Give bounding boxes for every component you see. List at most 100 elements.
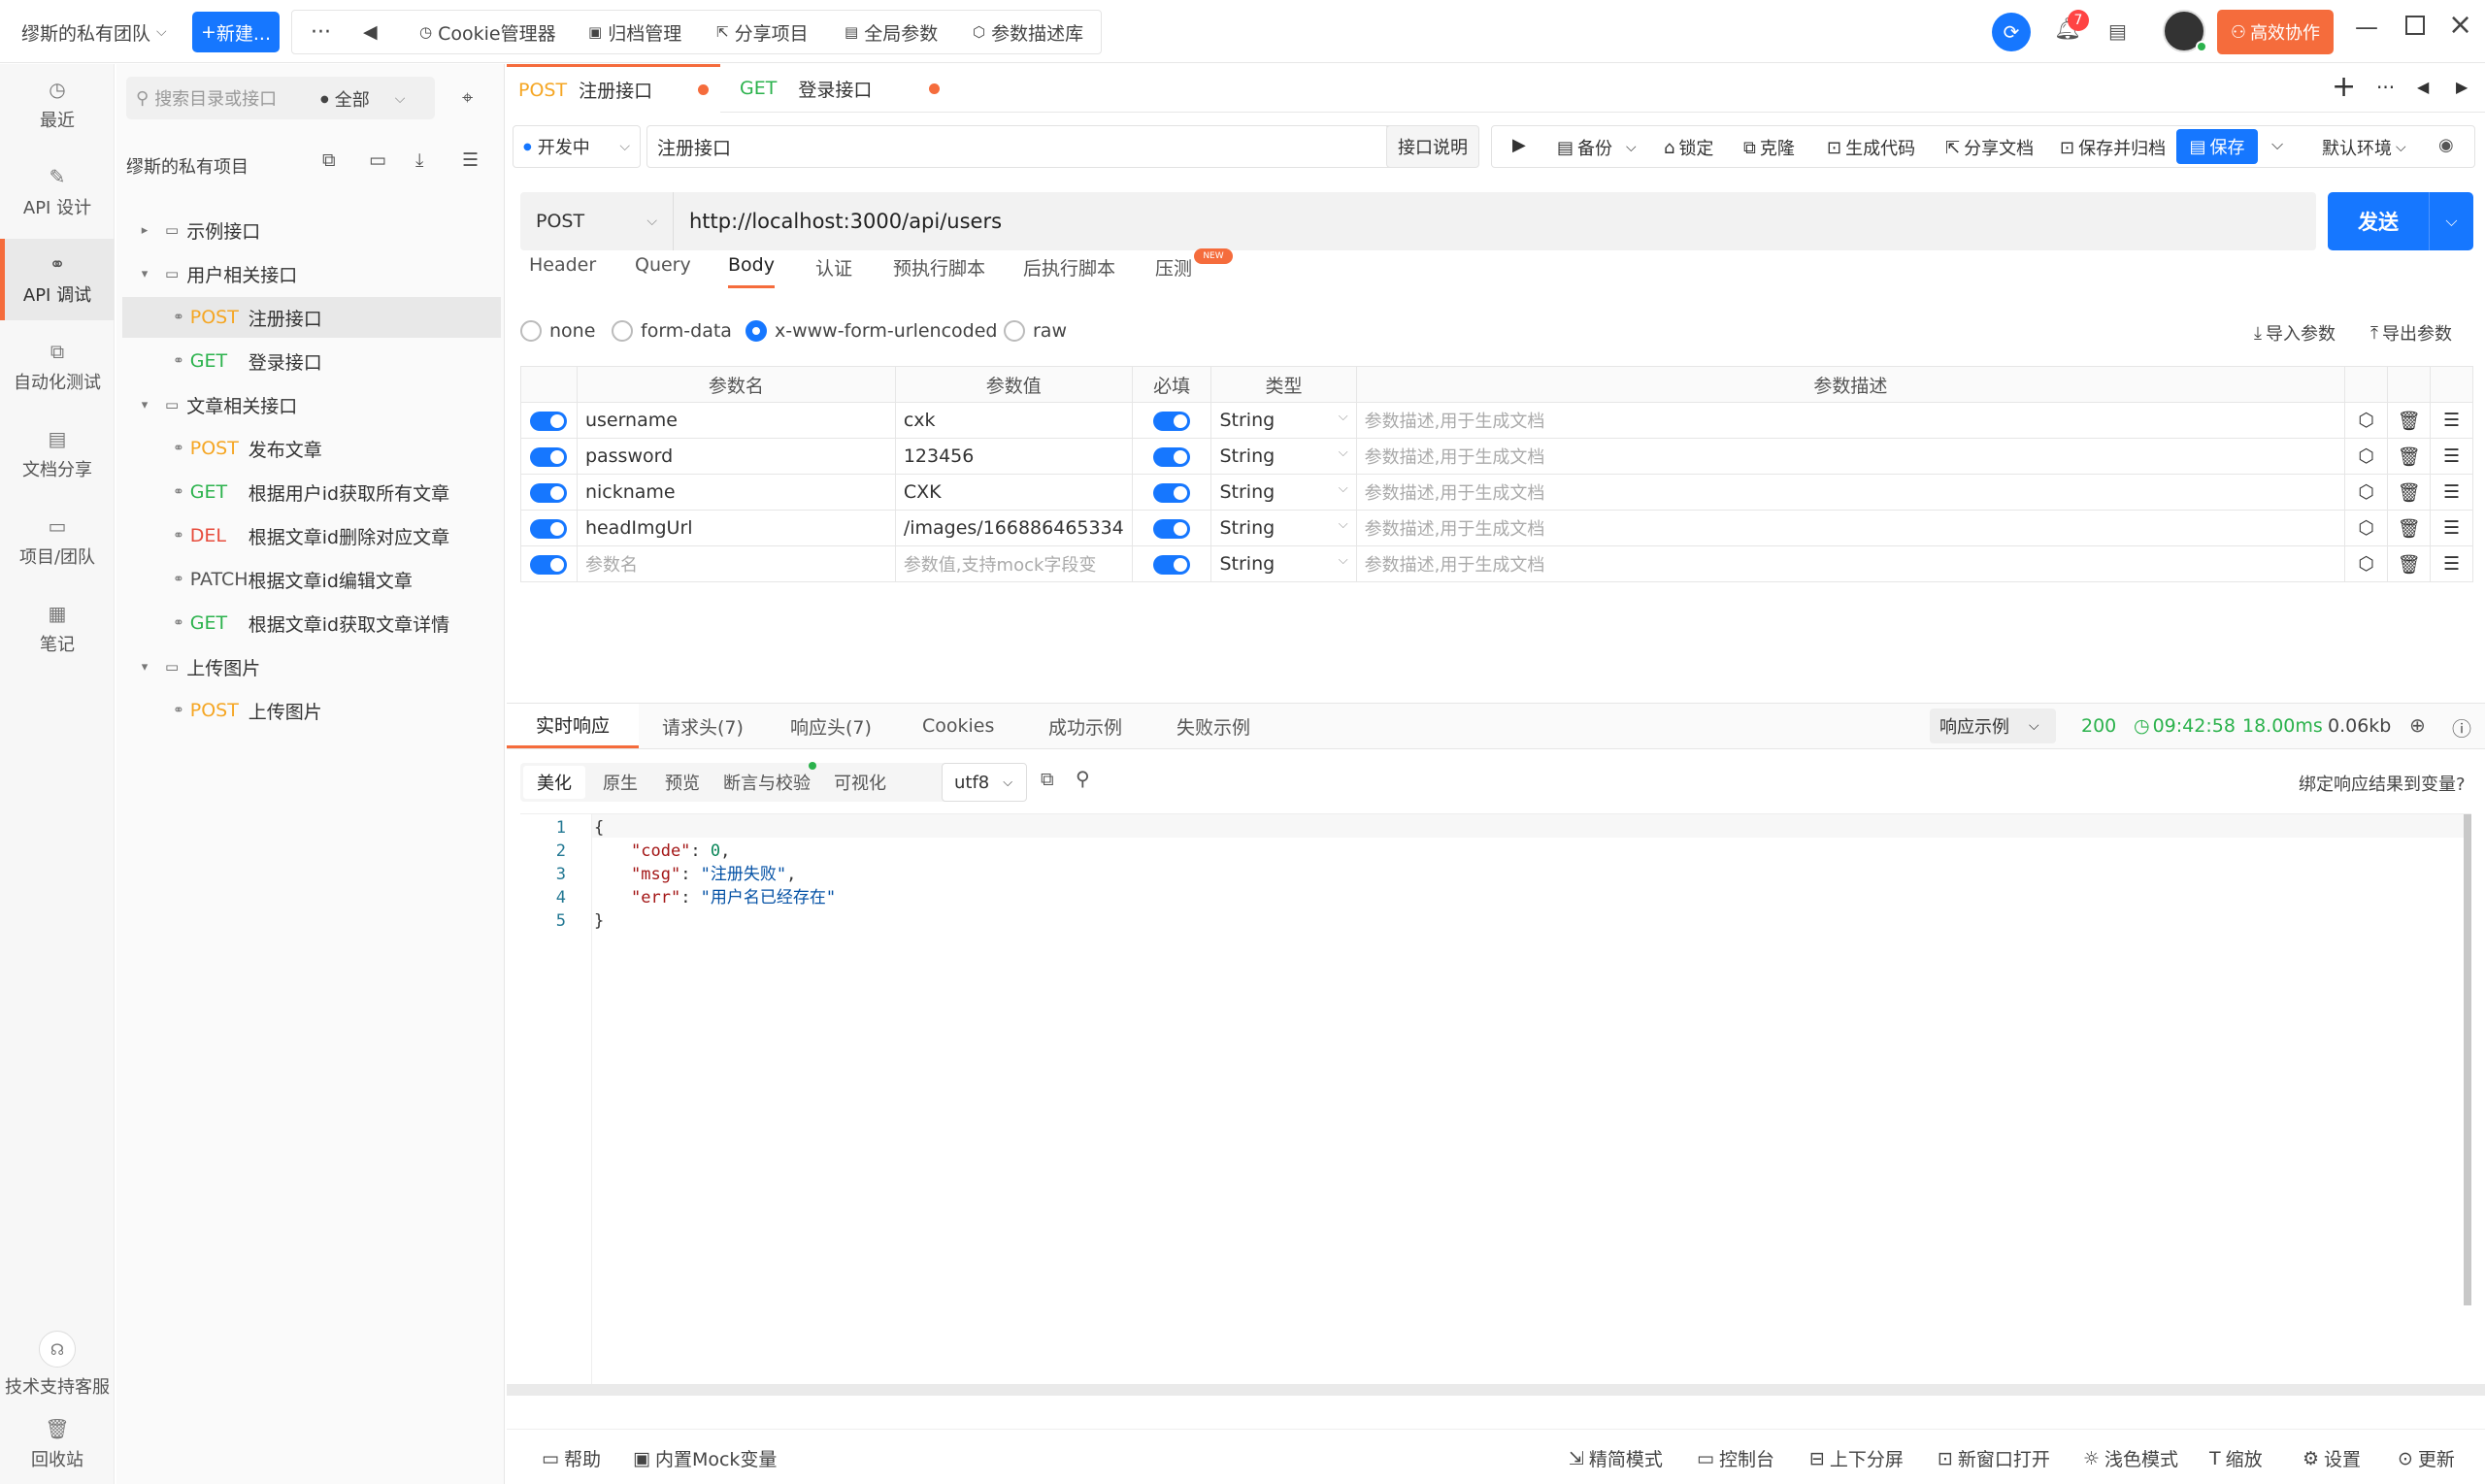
enable-toggle[interactable] (520, 438, 578, 475)
toggle-switch[interactable] (1153, 554, 1191, 575)
info-icon[interactable]: ⓘ (2452, 713, 2471, 742)
delete-icon[interactable]: 🗑︎ (2387, 438, 2432, 475)
add-tab-icon[interactable]: + (2332, 70, 2356, 104)
run-icon[interactable]: ▶ (1512, 135, 1526, 155)
cube-icon[interactable]: ⬡ (2344, 545, 2389, 582)
enable-toggle[interactable] (520, 402, 578, 439)
required-toggle[interactable] (1131, 474, 1212, 511)
tab-request-headers[interactable]: 请求头(7) (662, 704, 744, 748)
settings-button[interactable]: ⚙ 设置 (2303, 1445, 2361, 1471)
enable-toggle[interactable] (520, 474, 578, 511)
cube-icon[interactable]: ⬡ (2344, 474, 2389, 511)
tree-item[interactable]: ⚭ PATCH 根据文章id编辑文章 (122, 559, 501, 600)
tree-folder[interactable]: ▸ ▭ 示例接口 (122, 210, 501, 250)
team-switcher[interactable]: 缪斯的私有团队 ⌵ (21, 17, 167, 47)
minimize-icon[interactable]: — (2355, 14, 2378, 41)
send-button[interactable]: 发送 ⌵ (2328, 192, 2473, 250)
cookie-manager[interactable]: ◷ Cookie管理器 (419, 17, 556, 47)
tree-item[interactable]: ⚭ POST 上传图片 (122, 690, 501, 731)
required-toggle[interactable] (1131, 438, 1212, 475)
drag-handle-icon[interactable]: ☰ (2430, 402, 2473, 439)
import-icon[interactable]: ⤓ (415, 149, 423, 171)
tab-pre-script[interactable]: 预执行脚本 (893, 254, 985, 280)
toggle-switch[interactable] (1153, 482, 1191, 503)
tab-body[interactable]: Body (728, 254, 775, 288)
filter-select[interactable]: ● 全部 ⌵ (320, 86, 405, 112)
rail-item-api-debug[interactable]: ⚭ API 调试 (0, 239, 115, 320)
tab-next-icon[interactable]: ▶ (2456, 78, 2468, 96)
delete-icon[interactable]: 🗑︎ (2387, 510, 2432, 546)
drag-handle-icon[interactable]: ☰ (2430, 438, 2473, 475)
view-raw[interactable]: 原生 (585, 770, 655, 795)
tab-fail-example[interactable]: 失败示例 (1176, 704, 1250, 748)
gen-code-button[interactable]: ⊡ 生成代码 (1827, 135, 1915, 160)
globe-icon[interactable]: ⊕ (2409, 713, 2426, 737)
enable-toggle[interactable] (520, 545, 578, 582)
response-example-select[interactable]: 响应示例 ⌵ (1930, 709, 2056, 743)
param-type-cell[interactable]: String ⌵ (1210, 474, 1357, 511)
rail-item-project-team[interactable]: ▭ 项目/团队 (0, 501, 115, 582)
param-value-cell[interactable]: 参数值,支持mock字段变 (894, 545, 1133, 582)
param-name-cell[interactable]: username (576, 402, 896, 439)
sort-icon[interactable]: ☰ (462, 149, 479, 171)
save-button[interactable]: ▤ 保存 (2176, 129, 2258, 164)
note-icon[interactable]: ▤ (2108, 19, 2127, 43)
more-icon[interactable]: ··· (2376, 76, 2395, 99)
tab-auth[interactable]: 认证 (815, 254, 852, 280)
request-tab[interactable]: GET 登录接口 (728, 64, 951, 113)
save-archive-button[interactable]: ⊡ 保存并归档 (2060, 135, 2166, 160)
drag-handle-icon[interactable]: ☰ (2430, 510, 2473, 546)
tab-query[interactable]: Query (635, 254, 691, 276)
rail-item-recent[interactable]: ◷ 最近 (0, 64, 115, 146)
param-desc-cell[interactable]: 参数描述,用于生成文档 (1355, 474, 2346, 511)
response-editor[interactable]: 1 2 3 4 5 { "code": 0, "msg": "注册失败", "e… (520, 813, 2471, 1385)
param-name-cell[interactable]: password (576, 438, 896, 475)
required-toggle[interactable] (1131, 510, 1212, 546)
tree-item[interactable]: ⚭ GET 根据文章id获取文章详情 (122, 603, 501, 643)
tree-item[interactable]: ⚭ DEL 根据文章id删除对应文章 (122, 515, 501, 556)
collab-button[interactable]: ⚇ 高效协作 (2217, 10, 2334, 54)
toggle-switch[interactable] (530, 446, 568, 467)
simple-mode-button[interactable]: ⇲ 精简模式 (1569, 1445, 1663, 1471)
toggle-switch[interactable] (530, 411, 568, 431)
tree-item[interactable]: ⚭ POST 注册接口 (122, 297, 501, 338)
tree-search-input[interactable]: ⚲ 搜索目录或接口 ● 全部 ⌵ (126, 77, 435, 119)
split-screen-button[interactable]: ⊟ 上下分屏 (1809, 1445, 1904, 1471)
update-button[interactable]: ⊙ 更新 (2398, 1445, 2455, 1471)
tab-response-headers[interactable]: 响应头(7) (790, 704, 872, 748)
param-value-cell[interactable]: CXK (894, 474, 1133, 511)
rail-item-doc-share[interactable]: ▤ 文档分享 (0, 413, 115, 495)
import-params-button[interactable]: ⤓ 导入参数 (2254, 320, 2336, 346)
search-icon[interactable]: ⚲ (1076, 767, 1090, 790)
more-button[interactable]: ··· (311, 17, 331, 47)
backup-button[interactable]: ▤ 备份 ⌵ (1557, 135, 1637, 160)
tree-item[interactable]: ⚭ GET 登录接口 (122, 341, 501, 381)
copy-icon[interactable]: ⧉ (1041, 769, 1054, 790)
encoding-select[interactable]: utf8 ⌵ (942, 763, 1027, 802)
toggle-switch[interactable] (530, 554, 568, 575)
method-select[interactable]: POST ⌵ (520, 192, 674, 250)
body-mode-raw[interactable]: raw (1004, 320, 1067, 342)
support-button[interactable]: ☊ 技术支持客服 (0, 1316, 115, 1413)
view-pretty[interactable]: 美化 (523, 766, 585, 799)
delete-icon[interactable]: 🗑︎ (2387, 402, 2432, 439)
request-tab[interactable]: POST 注册接口 (507, 64, 720, 113)
param-value-cell[interactable]: 123456 (894, 438, 1133, 475)
sync-icon[interactable]: ⟳ (1992, 13, 2031, 51)
param-library[interactable]: ⬡ 参数描述库 (973, 17, 1083, 47)
drag-handle-icon[interactable]: ☰ (2430, 474, 2473, 511)
delete-icon[interactable]: 🗑︎ (2387, 474, 2432, 511)
tree-folder[interactable]: ▾ ▭ 上传图片 (122, 646, 501, 687)
param-value-cell[interactable]: /images/166886465334 (894, 510, 1133, 546)
cube-icon[interactable]: ⬡ (2344, 402, 2389, 439)
view-preview[interactable]: 预览 (655, 770, 710, 795)
body-mode-form-data[interactable]: form-data (612, 320, 732, 342)
eye-icon[interactable]: ◉ (2438, 135, 2454, 155)
tree-folder[interactable]: ▾ ▭ 文章相关接口 (122, 384, 501, 425)
export-params-button[interactable]: ⤒ 导出参数 (2370, 320, 2452, 346)
rail-item-auto-test[interactable]: ⧉ 自动化测试 (0, 326, 115, 408)
clone-button[interactable]: ⧉ 克隆 (1743, 135, 1795, 160)
param-desc-cell[interactable]: 参数描述,用于生成文档 (1355, 402, 2346, 439)
toggle-switch[interactable] (1153, 446, 1191, 467)
required-toggle[interactable] (1131, 545, 1212, 582)
